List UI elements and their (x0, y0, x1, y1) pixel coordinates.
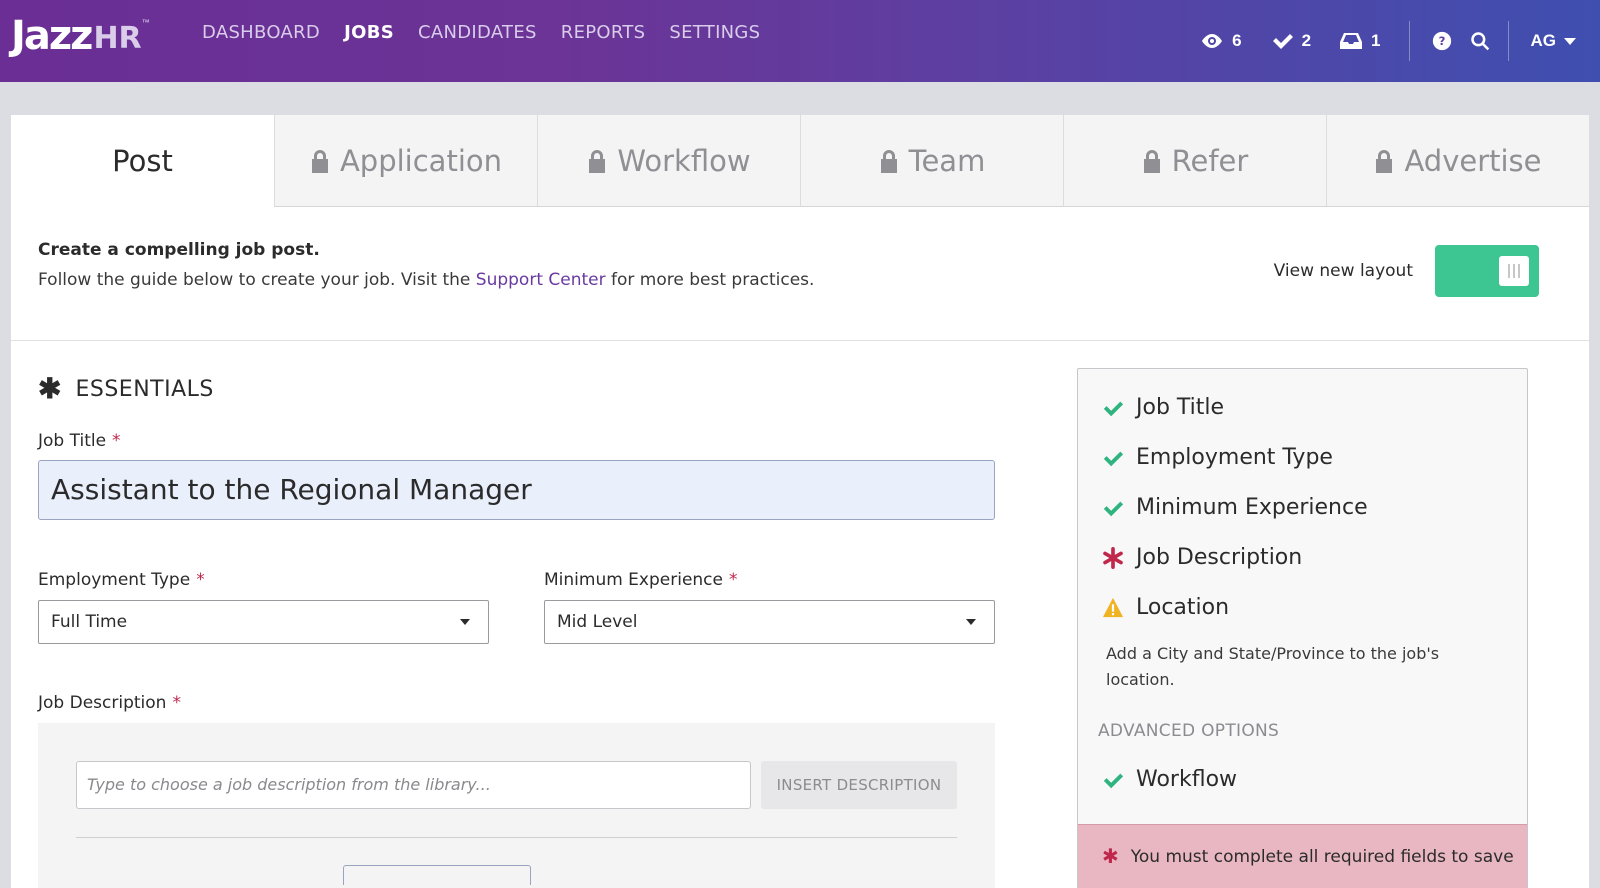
views-indicator[interactable]: 6 (1200, 31, 1242, 51)
nav-dashboard[interactable]: DASHBOARD (202, 22, 320, 43)
essentials-heading: ✱ ESSENTIALS (38, 373, 214, 404)
nav-separator (1507, 21, 1509, 61)
view-new-layout: View new layout (1274, 245, 1539, 297)
lock-icon (1376, 149, 1393, 173)
tab-team[interactable]: Team (800, 115, 1063, 207)
job-setup-tabs: Post Application Workflow Team Refer Adv… (11, 115, 1589, 207)
job-title-input[interactable]: Assistant to the Regional Manager (38, 460, 995, 520)
lock-icon (311, 149, 328, 173)
required-marker: * (729, 570, 738, 590)
inbox-icon (1340, 33, 1363, 49)
views-count: 6 (1232, 31, 1242, 50)
required-fields-alert: ✱ You must complete all required fields … (1078, 824, 1527, 888)
intro-text: Create a compelling job post. Follow the… (38, 240, 1038, 290)
job-description-label: Job Description * (38, 693, 181, 713)
nav-reports[interactable]: REPORTS (561, 22, 646, 43)
checklist-item-location[interactable]: Location (1102, 595, 1229, 620)
location-note: Add a City and State/Province to the job… (1106, 644, 1440, 689)
required-asterisk-icon (1103, 546, 1123, 569)
tab-advertise[interactable]: Advertise (1326, 115, 1589, 207)
lock-icon (880, 149, 897, 173)
warning-icon (1102, 597, 1124, 617)
user-initials: AG (1530, 31, 1557, 50)
required-marker: * (172, 693, 181, 713)
min-experience-label: Minimum Experience * (544, 570, 738, 590)
top-navbar: Jazz HR ™ DASHBOARD JOBS CANDIDATES REPO… (0, 0, 1600, 82)
view-new-layout-label: View new layout (1273, 261, 1413, 281)
required-marker: * (196, 570, 205, 590)
description-divider (76, 837, 957, 838)
nav-separator (1408, 21, 1410, 61)
help-icon: ? (1432, 31, 1451, 51)
check-icon (1103, 501, 1124, 516)
caret-down-icon (966, 619, 976, 625)
employment-type-select[interactable]: Full Time (38, 600, 489, 644)
checklist-item-job-description[interactable]: Job Description (1102, 545, 1302, 570)
job-post-card: Post Application Workflow Team Refer Adv… (11, 115, 1589, 888)
chevron-down-icon (1564, 37, 1576, 45)
advanced-options-heading: ADVANCED OPTIONS (1098, 721, 1280, 741)
employment-type-label: Employment Type * (38, 570, 205, 590)
main-nav: DASHBOARD JOBS CANDIDATES REPORTS SETTIN… (202, 22, 760, 43)
jazzhr-logo[interactable]: Jazz HR ™ (11, 14, 150, 56)
lock-icon (589, 149, 606, 173)
tab-post[interactable]: Post (11, 115, 274, 207)
check-icon (1103, 401, 1124, 416)
intro-body: Follow the guide below to create your jo… (38, 270, 815, 290)
intro-heading: Create a compelling job post. (38, 240, 320, 260)
search-icon (1470, 32, 1489, 51)
description-library-input[interactable]: Type to choose a job description from th… (76, 761, 751, 809)
checklist-item-minimum-experience[interactable]: Minimum Experience (1102, 495, 1368, 520)
support-center-link[interactable]: Support Center (476, 270, 606, 290)
nav-jobs[interactable]: JOBS (344, 22, 394, 43)
checklist-item-job-title[interactable]: Job Title (1102, 395, 1224, 420)
nav-settings[interactable]: SETTINGS (669, 22, 760, 43)
eye-icon (1202, 34, 1223, 48)
nav-utilities: 6 2 1 ? AG (1200, 0, 1600, 82)
inbox-count: 1 (1371, 31, 1381, 50)
tab-application[interactable]: Application (274, 115, 537, 207)
svg-text:?: ? (1438, 34, 1445, 48)
search-button[interactable] (1470, 31, 1490, 51)
tab-workflow[interactable]: Workflow (537, 115, 800, 207)
check-icon (1103, 773, 1124, 788)
required-asterisk-icon: ✱ (1102, 844, 1119, 868)
toggle-knob (1499, 256, 1529, 286)
check-icon (1103, 451, 1124, 466)
help-button[interactable]: ? (1432, 31, 1452, 51)
section-divider (11, 340, 1589, 341)
checklist-item-employment-type[interactable]: Employment Type (1102, 445, 1333, 470)
caret-down-icon (460, 619, 470, 625)
lock-icon (1143, 149, 1160, 173)
required-marker: * (112, 431, 121, 451)
checkmark-icon (1272, 34, 1293, 49)
editor-tab[interactable] (343, 865, 531, 885)
user-menu[interactable]: AG (1530, 31, 1576, 51)
inbox-indicator[interactable]: 1 (1339, 31, 1381, 51)
job-checklist: Job Title Employment Type Minimum Experi… (1077, 368, 1528, 888)
tasks-count: 2 (1301, 31, 1312, 50)
asterisk-icon: ✱ (38, 373, 62, 404)
layout-toggle-switch[interactable] (1435, 245, 1539, 297)
checklist-item-workflow[interactable]: Workflow (1102, 767, 1237, 792)
tab-refer[interactable]: Refer (1063, 115, 1326, 207)
insert-description-button[interactable]: INSERT DESCRIPTION (761, 761, 957, 809)
tasks-indicator[interactable]: 2 (1270, 31, 1311, 51)
nav-candidates[interactable]: CANDIDATES (418, 22, 537, 43)
min-experience-select[interactable]: Mid Level (544, 600, 995, 644)
job-title-label: Job Title * (38, 431, 121, 451)
job-description-panel: Type to choose a job description from th… (38, 723, 995, 888)
